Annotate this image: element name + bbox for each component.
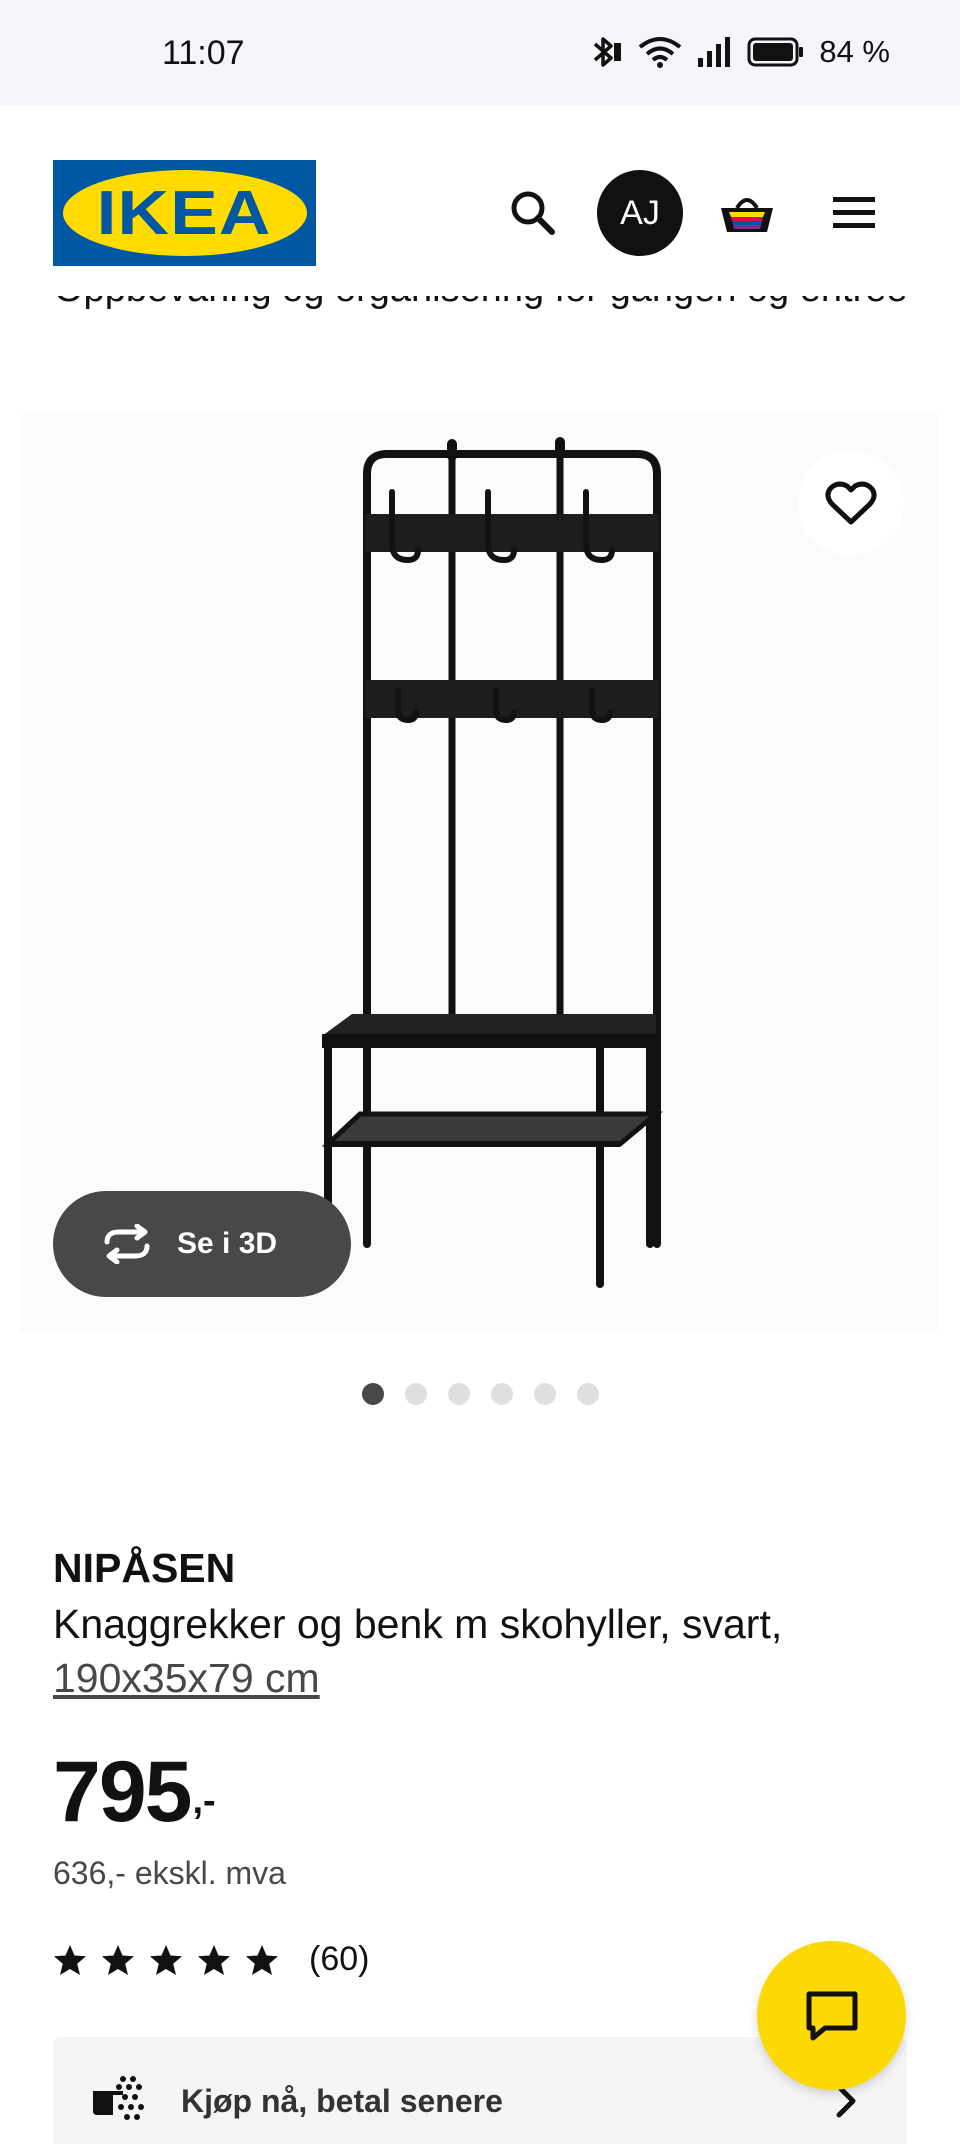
wifi-icon bbox=[639, 37, 682, 68]
buy-now-pay-later-label: Kjøp nå, betal senere bbox=[181, 2083, 503, 2119]
menu-button[interactable] bbox=[811, 170, 897, 256]
avatar[interactable]: AJ bbox=[597, 170, 683, 256]
star-icon bbox=[150, 1944, 182, 1975]
gallery-dot[interactable] bbox=[533, 1383, 556, 1405]
battery-percent: 84 % bbox=[819, 34, 890, 69]
chat-button[interactable] bbox=[757, 1941, 906, 2090]
star-icon bbox=[54, 1944, 86, 1975]
heart-icon bbox=[825, 481, 877, 525]
view-3d-button[interactable]: Se i 3D bbox=[53, 1191, 351, 1297]
logo-text: IKEA bbox=[97, 178, 272, 248]
product-size-link[interactable]: 190x35x79 cm bbox=[53, 1655, 320, 1701]
cart-button[interactable] bbox=[704, 170, 790, 256]
rating-count: (60) bbox=[309, 1940, 370, 1978]
status-bar: 11:07 84 % bbox=[0, 0, 960, 106]
bluetooth-icon bbox=[594, 37, 622, 67]
product-price: 795 ,- bbox=[53, 1744, 216, 1840]
rating-stars bbox=[53, 1944, 279, 1976]
search-icon bbox=[511, 191, 555, 235]
price-amount: 795 bbox=[53, 1744, 192, 1840]
gallery-dot[interactable] bbox=[447, 1383, 470, 1405]
site-header: IKEA AJ Oppbevaring og organisering for … bbox=[0, 106, 960, 324]
product-description-text: Knaggrekker og benk m skohyller, svart, bbox=[53, 1601, 783, 1647]
menu-icon bbox=[833, 197, 875, 228]
product-description: Knaggrekker og benk m skohyller, svart, … bbox=[53, 1597, 913, 1705]
product-image-gallery[interactable]: Se i 3D bbox=[20, 414, 938, 1332]
favourite-button[interactable] bbox=[798, 450, 904, 556]
signal-icon bbox=[698, 37, 731, 67]
ikea-logo[interactable]: IKEA bbox=[53, 160, 316, 266]
gallery-dot[interactable] bbox=[490, 1383, 513, 1405]
gallery-dot[interactable] bbox=[404, 1383, 427, 1405]
gallery-dots bbox=[0, 1383, 960, 1405]
star-icon bbox=[102, 1944, 134, 1975]
rotate-3d-icon bbox=[104, 1224, 150, 1264]
price-suffix: ,- bbox=[192, 1780, 216, 1822]
product-name: NIPÅSEN bbox=[53, 1545, 236, 1591]
product-rating[interactable]: (60) bbox=[53, 1940, 369, 1979]
gallery-dot[interactable] bbox=[576, 1383, 599, 1405]
view-3d-label: Se i 3D bbox=[177, 1227, 278, 1260]
cart-icon bbox=[721, 198, 773, 232]
star-icon bbox=[198, 1944, 230, 1975]
status-icons: 84 % bbox=[589, 32, 890, 72]
price-excl-vat: 636,- ekskl. mva bbox=[53, 1855, 286, 1891]
search-button[interactable] bbox=[490, 170, 576, 256]
logo-oval: IKEA bbox=[62, 170, 307, 256]
star-icon bbox=[246, 1944, 278, 1975]
breadcrumb-text: Oppbevaring og organisering for gangen o… bbox=[54, 296, 906, 326]
payment-hand-icon bbox=[93, 2076, 144, 2120]
chat-icon bbox=[806, 1991, 857, 2040]
status-time: 11:07 bbox=[162, 34, 245, 72]
battery-icon bbox=[747, 37, 804, 67]
gallery-dot[interactable] bbox=[361, 1383, 384, 1405]
avatar-initials: AJ bbox=[620, 193, 660, 232]
